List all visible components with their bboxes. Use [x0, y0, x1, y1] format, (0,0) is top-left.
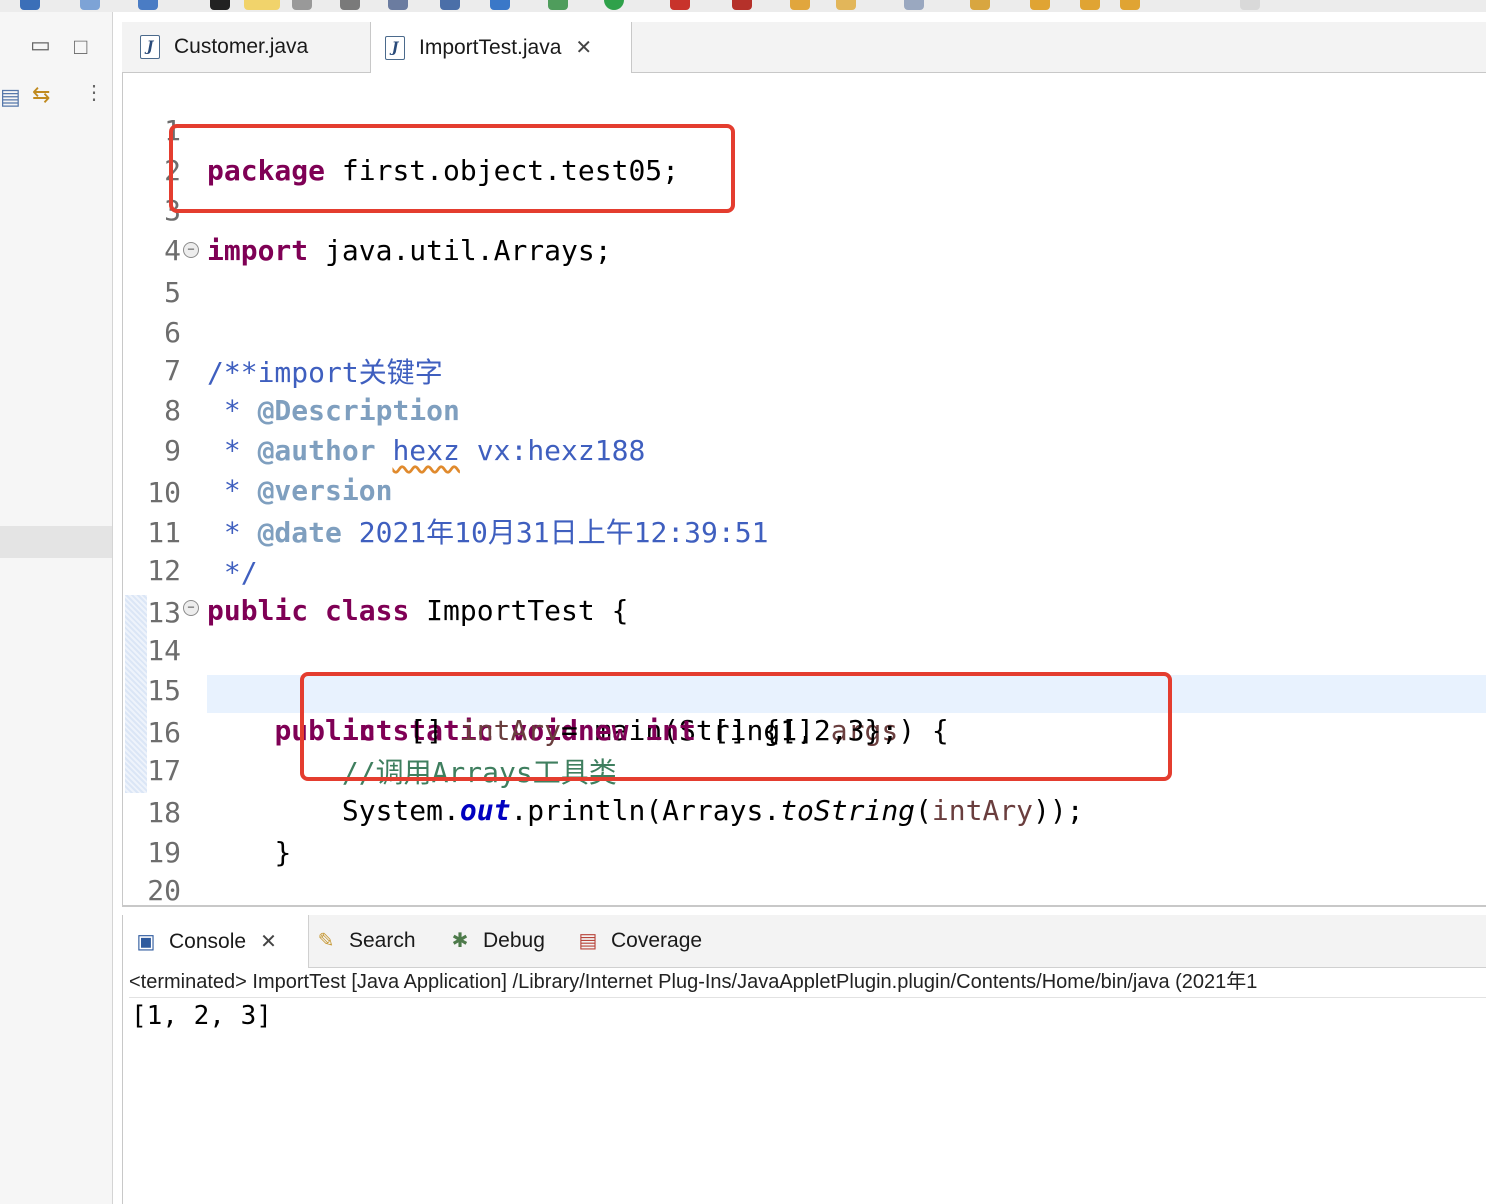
code-line: 9 * @version	[123, 391, 1486, 507]
console-tab-bar: ▣ Console ✕ ✎ Search ✱ Debug ▤ Coverage	[123, 915, 1486, 968]
toolbar-button-icon[interactable]	[388, 0, 408, 10]
tab-customer-java[interactable]: J Customer.java	[134, 22, 370, 72]
toolbar-button-icon[interactable]	[548, 0, 568, 10]
debug-bug-icon: ✱	[451, 930, 469, 952]
code-line: 11 */	[123, 473, 1486, 589]
toolbar-button-icon[interactable]	[1120, 0, 1140, 10]
tab-label: Search	[349, 929, 416, 952]
coverage-icon: ▤	[578, 930, 598, 952]
code-line: 6 * import关键字	[123, 273, 1486, 389]
toolbar-button-icon[interactable]	[210, 0, 230, 10]
tab-label: Coverage	[611, 929, 703, 952]
toolbar-button-icon[interactable]	[790, 0, 810, 10]
code-line: 20 }	[123, 831, 1486, 905]
toolbar-button-icon[interactable]	[292, 0, 312, 10]
highlight-box-import	[169, 124, 735, 213]
toolbar-button-icon[interactable]	[732, 0, 752, 10]
close-icon[interactable]: ✕	[260, 929, 277, 954]
tab-coverage[interactable]: ▤ Coverage	[577, 915, 703, 967]
left-panel: ▭ □ ▤ ⇆ ⋮	[0, 12, 113, 1204]
code-line: 5 − /**	[123, 233, 1486, 389]
back-icon[interactable]	[1030, 0, 1050, 10]
code-editor[interactable]: 1 package first.object.test05; 2 3 impor…	[122, 73, 1486, 907]
code-line: 1 package first.object.test05;	[123, 73, 1486, 187]
code-line: 21	[123, 873, 1486, 905]
forward-icon[interactable]	[1080, 0, 1100, 10]
main-toolbar	[0, 0, 1486, 12]
selected-tree-row[interactable]	[0, 526, 112, 558]
java-file-icon: J	[385, 35, 405, 60]
close-icon[interactable]: ✕	[575, 35, 592, 60]
minimize-icon[interactable]: ▭	[30, 34, 51, 56]
highlight-box-println	[300, 672, 1172, 781]
tab-label: Customer.java	[174, 35, 309, 58]
code-line: 10 * @date 2021年10月31日上午12:39:51	[123, 433, 1486, 549]
tab-importtest-java[interactable]: J ImportTest.java ✕	[370, 22, 632, 73]
toolbar-button-icon[interactable]	[340, 0, 360, 10]
run-icon[interactable]	[604, 0, 624, 10]
console-icon: ▣	[136, 930, 156, 953]
tab-console[interactable]: ▣ Console ✕	[123, 915, 309, 968]
code-line: 7 * @Description	[123, 311, 1486, 427]
fold-toggle-icon[interactable]: −	[183, 242, 199, 258]
toolbar-button-icon[interactable]	[836, 0, 856, 10]
tab-label: ImportTest.java	[419, 35, 562, 59]
toolbar-button-icon[interactable]	[970, 0, 990, 10]
toolbar-button-icon[interactable]	[904, 0, 924, 10]
toolbar-button-icon[interactable]	[440, 0, 460, 10]
code-line: 19	[123, 793, 1486, 869]
toolbar-button-icon[interactable]	[80, 0, 100, 10]
toolbar-button-icon[interactable]	[20, 0, 40, 10]
fold-toggle-icon[interactable]: −	[183, 600, 199, 616]
toolbar-button-icon[interactable]	[244, 0, 280, 10]
console-output: [1, 2, 3]	[131, 1001, 272, 1031]
toolbar-button-icon[interactable]	[138, 0, 158, 10]
code-line: 15 int [] intAry=new int [] {1,2,3};	[123, 631, 1486, 747]
console-view: ▣ Console ✕ ✎ Search ✱ Debug ▤ Coverage …	[122, 915, 1486, 1204]
tab-label: Console	[169, 929, 247, 953]
tab-label: Debug	[483, 929, 545, 952]
editor-tab-bar: J Customer.java J ImportTest.java ✕	[122, 22, 1486, 73]
code-line: 8 * @author hexz vx:hexz188	[123, 351, 1486, 467]
terminated-status: <terminated> ImportTest [Java Applicatio…	[129, 967, 1486, 998]
java-file-icon: J	[140, 35, 160, 59]
toolbar-button-icon[interactable]	[490, 0, 510, 10]
tab-search[interactable]: ✎ Search	[315, 915, 416, 967]
tab-debug[interactable]: ✱ Debug	[449, 915, 545, 967]
collapse-all-icon[interactable]: ▤	[0, 86, 21, 108]
maximize-icon[interactable]: □	[74, 36, 87, 58]
search-icon: ✎	[317, 930, 335, 952]
toolbar-button-icon[interactable]	[1240, 0, 1260, 10]
toolbar-button-icon[interactable]	[670, 0, 690, 10]
code-line: 13	[123, 553, 1486, 629]
view-menu-icon[interactable]: ⋮	[84, 82, 104, 104]
code-line: 14 − public static void main(String[] ar…	[123, 591, 1486, 747]
code-line: 12 public class ImportTest {	[123, 511, 1486, 627]
link-with-editor-icon[interactable]: ⇆	[32, 84, 50, 106]
